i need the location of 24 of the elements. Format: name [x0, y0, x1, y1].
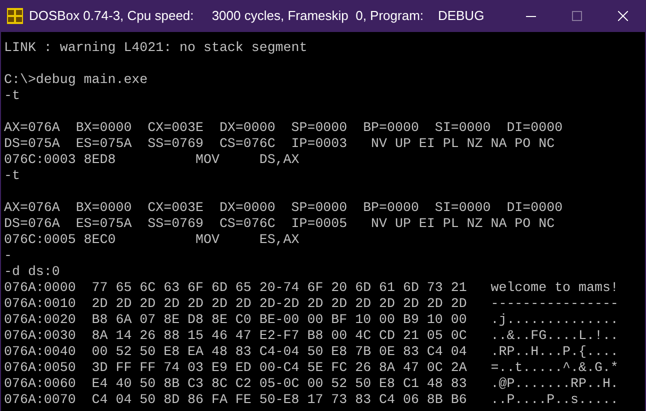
terminal-line: 076A:0020 B8 6A 07 8E D8 8E C0 BE-00 00 BF 10 00 B9 10 00 .j..............: [4, 312, 620, 328]
terminal-line: AX=076A BX=0000 CX=003E DX=0000 SP=0000 BP=0000 SI=0000 DI=0000: [4, 120, 564, 136]
terminal-line: 076A:0070 C4 04 50 8D 86 FA FE 50-E8 17 73 83 C4 06 8B B6 ..P....P..s.....: [4, 392, 620, 408]
terminal-line: -t: [4, 88, 21, 104]
terminal-line: 076A:0000 77 65 6C 63 6F 6D 65 20-74 6F 20 6D 61 6D 73 21 welcome to mams!: [4, 280, 620, 296]
terminal-line: 076A:0010 2D 2D 2D 2D 2D 2D 2D 2D-2D 2D 2D 2D 2D 2D 2D 2D ----------------: [4, 296, 620, 312]
terminal-line: -t: [4, 168, 21, 184]
terminal-line: DS=075A ES=075A SS=0769 CS=076C IP=0003 NV UP EI PL NZ NA PO NC: [4, 136, 556, 152]
terminal-line: 076A:0040 00 52 50 E8 EA 48 83 C4-04 50 E8 7B 0E 83 C4 04 .RP..H...P.{....: [4, 344, 620, 360]
maximize-icon: [572, 11, 582, 21]
terminal-line: 076A:0050 3D FF FF 74 03 E9 ED 00-C4 5E FC 26 8A 47 0C 2A =..t.....^.&.G.*: [4, 360, 620, 376]
terminal-line: 076A:0030 8A 14 26 88 15 46 47 E2-F7 B8 00 4C CD 21 05 0C ..&..FG....L.!..: [4, 328, 620, 344]
terminal-line: DS=076A ES=075A SS=0769 CS=076C IP=0005 NV UP EI PL NZ NA PO NC: [4, 216, 556, 232]
terminal-line: 076C:0003 8ED8 MOV DS,AX: [4, 152, 300, 168]
window-title: DOSBox 0.74-3, Cpu speed: 3000 cycles, Frameskip 0, Program: DEBUG: [29, 7, 484, 26]
terminal-line: LINK : warning L4021: no stack segment: [4, 40, 308, 56]
terminal-line: 076A:0060 E4 40 50 8B C3 8C C2 05-0C 00 52 50 E8 C1 48 83 .@P.......RP..H.: [4, 376, 620, 392]
terminal-line: AX=076A BX=0000 CX=003E DX=0000 SP=0000 BP=0000 SI=0000 DI=0000: [4, 200, 564, 216]
terminal-line: -d ds:0: [4, 264, 61, 280]
terminal-line: -: [4, 248, 13, 264]
terminal-line: C:\>debug main.exe: [4, 72, 149, 88]
terminal-line: 076C:0005 8EC0 MOV ES,AX: [4, 232, 300, 248]
close-icon: [618, 11, 628, 21]
app-logo-icon: [7, 8, 23, 24]
